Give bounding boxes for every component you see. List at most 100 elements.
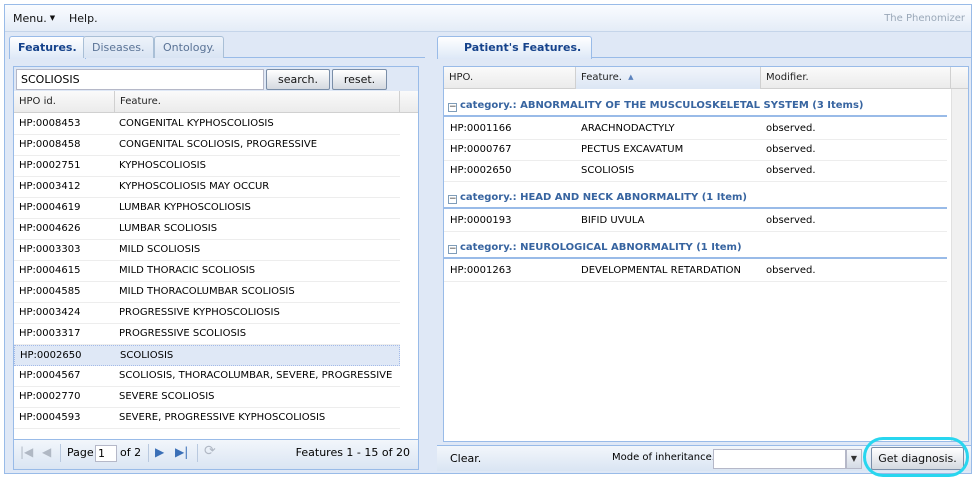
category-title: category.: NEUROLOGICAL ABNORMALITY (1 I…	[460, 242, 742, 253]
table-row[interactable]: HP:0002751 KYPHOSCOLIOSIS	[14, 156, 400, 177]
feature-cell: MILD THORACOLUMBAR SCOLIOSIS	[119, 286, 295, 297]
pager-summary: Features 1 - 15 of 20	[295, 446, 410, 459]
table-row[interactable]: HP:0003317 PROGRESSIVE SCOLIOSIS	[14, 324, 400, 345]
table-row[interactable]: HP:0000767 PECTUS EXCAVATUM observed.	[444, 140, 947, 161]
highlight-ring	[863, 437, 969, 477]
hpo-id-cell: HP:0004615	[19, 265, 81, 276]
collapse-icon[interactable]: −	[448, 195, 457, 204]
hpo-id-cell: HP:0004593	[19, 412, 81, 423]
hpo-cell: HP:0001263	[450, 265, 512, 276]
table-row[interactable]: HP:0001263 DEVELOPMENTAL RETARDATION obser…	[444, 261, 947, 282]
tab-patients-features[interactable]: Patient's Features.	[437, 36, 593, 59]
table-row[interactable]: HP:0004615 MILD THORACIC SCOLIOSIS	[14, 261, 400, 282]
feature-cell: SCOLIOSIS	[120, 350, 174, 361]
prev-page-icon[interactable]: ◀	[42, 445, 51, 459]
column-feature[interactable]: Feature.	[115, 91, 400, 113]
column-modifier[interactable]: Modifier.	[761, 67, 951, 89]
table-row[interactable]: HP:0004619 LUMBAR KYPHOSCOLIOSIS	[14, 198, 400, 219]
chevron-down-icon: ▼	[49, 14, 56, 22]
hpo-id-cell: HP:0004626	[19, 223, 81, 234]
tab-ontology[interactable]: Ontology.	[154, 36, 224, 58]
hpo-id-cell: HP:0004619	[19, 202, 81, 213]
category-title: category.: ABNORMALITY OF THE MUSCULOSKE…	[460, 100, 864, 111]
table-row[interactable]: HP:0004593 SEVERE, PROGRESSIVE KYPHOSCOLI…	[14, 408, 400, 429]
table-row[interactable]: HP:0004567 SCOLIOSIS, THORACOLUMBAR, SEVE…	[14, 366, 400, 387]
page-label: Page	[67, 446, 94, 459]
feature-cell: SCOLIOSIS, THORACOLUMBAR, SEVERE, PROGRE…	[119, 370, 393, 381]
column-hpo-id[interactable]: HPO id.	[14, 91, 115, 113]
collapse-icon[interactable]: −	[448, 103, 457, 112]
feature-cell: CONGENITAL KYPHOSCOLIOSIS	[119, 118, 274, 129]
search-button[interactable]: search.	[266, 69, 330, 90]
hpo-id-cell: HP:0003412	[19, 181, 81, 192]
menu-menu[interactable]: Menu. ▼	[13, 12, 55, 25]
category-group-header[interactable]: − category.: HEAD AND NECK ABNORMALITY (1…	[444, 187, 947, 209]
table-row[interactable]: HP:0003424 PROGRESSIVE KYPHOSCOLIOSIS	[14, 303, 400, 324]
hpo-cell: HP:0000193	[450, 215, 512, 226]
column-feature-label: Feature.	[581, 72, 622, 83]
hpo-id-cell: HP:0003317	[19, 328, 81, 339]
hpo-id-cell: HP:0003424	[19, 307, 81, 318]
reset-button[interactable]: reset.	[332, 69, 387, 90]
modifier-cell: observed.	[766, 123, 816, 134]
last-page-icon[interactable]: ▶|	[175, 445, 188, 459]
table-row[interactable]: HP:0004626 LUMBAR SCOLIOSIS	[14, 219, 400, 240]
table-row[interactable]: HP:0003303 MILD SCOLIOSIS	[14, 240, 400, 261]
category-group-header[interactable]: − category.: ABNORMALITY OF THE MUSCULOSK…	[444, 95, 947, 117]
menubar: Menu. ▼ Help. The Phenomizer	[5, 5, 971, 32]
feature-search-grid: search. reset. HPO id. Feature. HP:00084…	[13, 66, 419, 470]
table-row[interactable]: HP:0008453 CONGENITAL KYPHOSCOLIOSIS	[14, 114, 400, 135]
app-brand: The Phenomizer	[884, 13, 965, 24]
tab-diseases[interactable]: Diseases.	[83, 36, 154, 58]
feature-cell: LUMBAR KYPHOSCOLIOSIS	[119, 202, 251, 213]
hpo-cell: HP:0000767	[450, 144, 512, 155]
table-row[interactable]: HP:0002650 SCOLIOSIS observed.	[444, 161, 947, 182]
hpo-id-cell: HP:0008453	[19, 118, 81, 129]
table-row[interactable]: HP:0004585 MILD THORACOLUMBAR SCOLIOSIS	[14, 282, 400, 303]
table-row[interactable]: HP:0008458 CONGENITAL SCOLIOSIS, PROGRESS…	[14, 135, 400, 156]
feature-cell: MILD SCOLIOSIS	[119, 244, 201, 255]
feature-cell: ARACHNODACTYLY	[581, 123, 675, 134]
table-row[interactable]: HP:0001166 ARACHNODACTYLY observed.	[444, 119, 947, 140]
feature-pager: |◀ ◀ Page of 2 ▶ ▶| ⟳ Features 1 - 15 of…	[14, 439, 418, 469]
left-tabstrip: Features. Diseases. Ontology.	[9, 33, 425, 59]
feature-cell: PROGRESSIVE KYPHOSCOLIOSIS	[119, 307, 280, 318]
next-page-icon[interactable]: ▶	[155, 445, 164, 459]
vertical-scrollbar[interactable]	[951, 89, 968, 441]
page-number-input[interactable]	[95, 445, 117, 462]
feature-cell: LUMBAR SCOLIOSIS	[119, 223, 218, 234]
feature-cell: BIFID UVULA	[581, 215, 645, 226]
hpo-id-cell: HP:0008458	[19, 139, 81, 150]
column-hpo[interactable]: HPO.	[444, 67, 576, 89]
search-input[interactable]	[16, 69, 264, 90]
table-row[interactable]: HP:0002650 SCOLIOSIS	[14, 345, 400, 366]
mode-of-inheritance-select[interactable]	[713, 449, 846, 469]
collapse-icon[interactable]: −	[448, 245, 457, 254]
feature-cell: SEVERE, PROGRESSIVE KYPHOSCOLIOSIS	[119, 412, 326, 423]
first-page-icon[interactable]: |◀	[20, 445, 33, 459]
feature-cell: MILD THORACIC SCOLIOSIS	[119, 265, 256, 276]
feature-cell: CONGENITAL SCOLIOSIS, PROGRESSIVE	[119, 139, 318, 150]
feature-cell: SCOLIOSIS	[581, 165, 635, 176]
patient-grid-header: HPO. Feature. ▲ Modifier.	[444, 67, 968, 89]
tab-features[interactable]: Features.	[9, 36, 86, 59]
menu-help[interactable]: Help.	[69, 12, 98, 25]
hpo-id-cell: HP:0002650	[20, 350, 82, 361]
table-row[interactable]: HP:0002770 SEVERE SCOLIOSIS	[14, 387, 400, 408]
phenomizer-window: Menu. ▼ Help. The Phenomizer Features. Di…	[4, 4, 972, 477]
clear-button[interactable]: Clear.	[450, 452, 481, 465]
chevron-down-icon[interactable]: ▼	[846, 449, 862, 469]
refresh-icon[interactable]: ⟳	[204, 443, 216, 459]
right-panel: Patient's Features. HPO. Feature. ▲ Modi…	[437, 33, 971, 477]
hpo-cell: HP:0002650	[450, 165, 512, 176]
column-feature[interactable]: Feature. ▲	[576, 67, 761, 89]
feature-cell: PROGRESSIVE SCOLIOSIS	[119, 328, 247, 339]
feature-grid-header: HPO id. Feature.	[14, 91, 418, 113]
mode-of-inheritance-label: Mode of inheritance.	[612, 452, 715, 463]
table-row[interactable]: HP:0003412 KYPHOSCOLIOSIS MAY OCCUR	[14, 177, 400, 198]
right-body: HPO. Feature. ▲ Modifier. − category.: AB…	[437, 59, 971, 477]
feature-cell: KYPHOSCOLIOSIS	[119, 160, 206, 171]
table-row[interactable]: HP:0000193 BIFID UVULA observed.	[444, 211, 947, 232]
hpo-id-cell: HP:0003303	[19, 244, 81, 255]
category-group-header[interactable]: − category.: NEUROLOGICAL ABNORMALITY (1 …	[444, 237, 947, 259]
